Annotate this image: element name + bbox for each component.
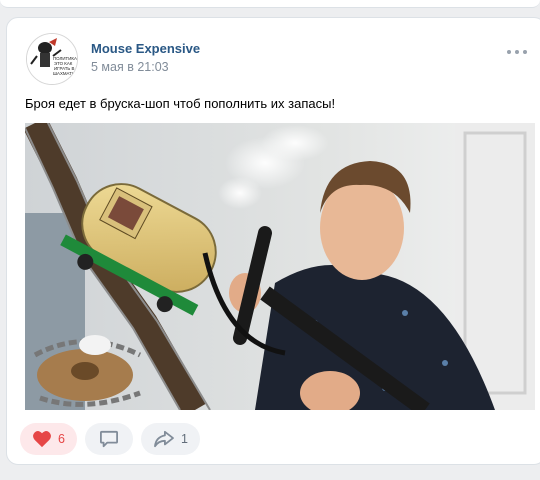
like-count: 6: [58, 432, 65, 446]
comment-button[interactable]: [84, 423, 133, 455]
post-card: ПОЛИТИКА ЭТО КАК ИГРАТЬ В ШАХМАТЫ Mouse …: [6, 17, 540, 465]
share-count: 1: [180, 432, 188, 446]
post-photo[interactable]: [25, 123, 535, 410]
avatar-image: ПОЛИТИКА ЭТО КАК ИГРАТЬ В ШАХМАТЫ: [27, 34, 77, 84]
author-name[interactable]: Mouse Expensive: [91, 41, 200, 56]
share-button[interactable]: 1: [140, 423, 200, 455]
more-icon[interactable]: [507, 48, 527, 56]
post-date[interactable]: 5 мая в 21:03: [91, 60, 169, 74]
previous-card-tail: [0, 0, 540, 8]
previous-post-edge: [0, 0, 540, 14]
share-icon: [154, 430, 174, 448]
author-avatar[interactable]: ПОЛИТИКА ЭТО КАК ИГРАТЬ В ШАХМАТЫ: [26, 33, 78, 85]
comment-icon: [99, 430, 118, 448]
post-actions: 6 1: [20, 423, 200, 455]
like-button[interactable]: 6: [20, 423, 77, 455]
avatar-caption-4: ШАХМАТЫ: [53, 71, 76, 76]
post-text: Броя едет в бруска-шоп чтоб пополнить их…: [25, 96, 336, 111]
photo-illustration: [25, 123, 535, 410]
heart-icon: [33, 431, 51, 448]
